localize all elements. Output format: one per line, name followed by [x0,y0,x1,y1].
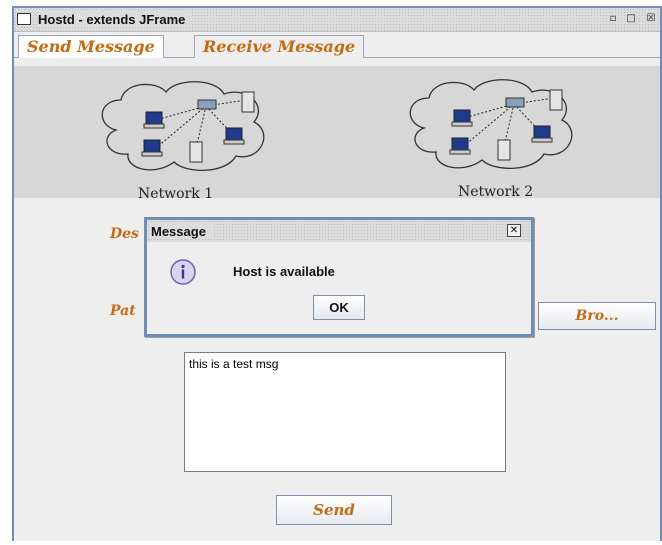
window-title: Hostd - extends JFrame [38,12,192,27]
network-panel: Network 1 Network 2 [14,66,660,202]
ok-button[interactable]: OK [313,295,365,320]
maximize-button[interactable]: □ [624,13,638,26]
tab-receive-message[interactable]: Receive Message [194,35,365,59]
dialog-close-button[interactable]: ✕ [507,224,521,237]
message-textarea[interactable]: this is a test msg [184,352,506,472]
window-titlebar[interactable]: Hostd - extends JFrame ▫ □ ☒ [14,8,660,32]
browse-button[interactable]: Bro... [538,302,656,330]
tab-send-message[interactable]: Send Message [18,35,164,60]
dialog-title: Message [151,224,212,239]
destination-label: Des [110,226,139,242]
network-1-icon [101,81,265,172]
message-dialog: Message ✕ Host is available OK [144,217,534,337]
send-button[interactable]: Send [276,495,392,525]
network-2-label: Network 2 [458,184,534,200]
dialog-message: Host is available [233,264,335,279]
window-icon [17,13,31,25]
network-1-label: Network 1 [138,186,214,202]
tab-strip: Send Message Receive Message [14,32,660,60]
path-label: Pat [110,303,136,319]
close-button[interactable]: ☒ [644,13,658,26]
dialog-titlebar[interactable]: Message ✕ [147,220,531,242]
minimize-button[interactable]: ▫ [606,13,620,26]
network-2-icon [409,79,573,170]
info-icon [170,259,196,285]
